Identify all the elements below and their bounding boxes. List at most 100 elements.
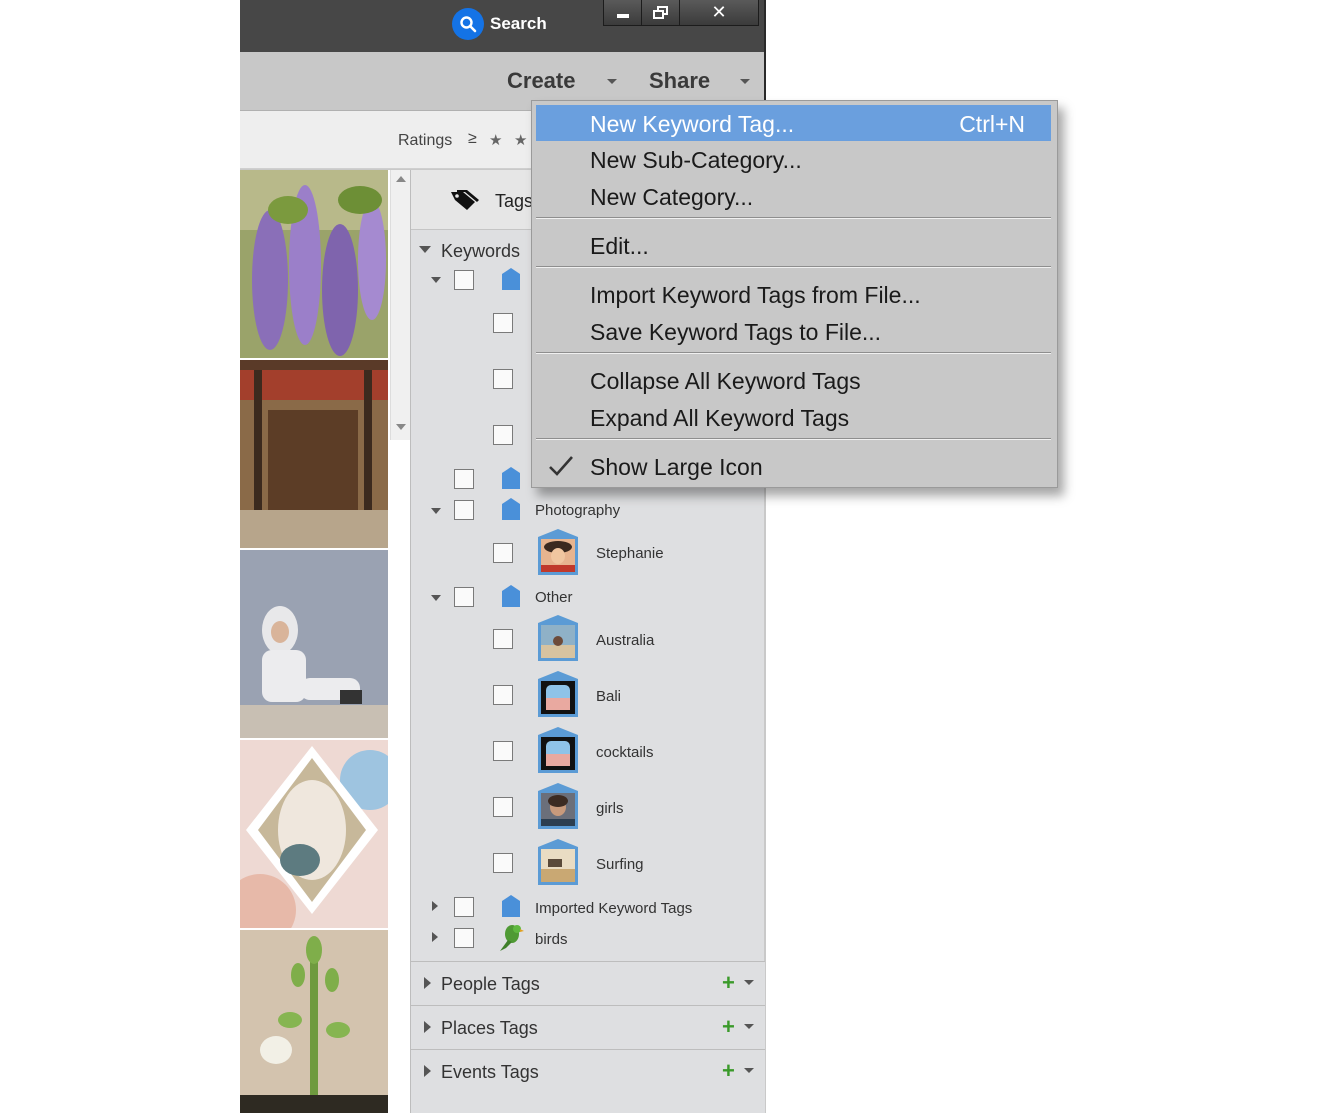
add-places-tag-icon[interactable]: +: [722, 1014, 735, 1040]
photo-thumbnail-woman-hoodie[interactable]: [240, 550, 388, 738]
category-tag-icon: [502, 895, 520, 917]
girls-checkbox[interactable]: [493, 797, 513, 817]
scroll-down-icon[interactable]: [396, 424, 406, 430]
surfing-checkbox[interactable]: [493, 853, 513, 873]
photography-expand-toggle[interactable]: [431, 508, 441, 514]
birds-expand-toggle[interactable]: [432, 932, 438, 942]
places-tags-expand-icon[interactable]: [424, 1021, 431, 1033]
close-icon: ✕: [711, 2, 727, 22]
restore-icon: [652, 5, 668, 19]
add-events-tag-icon[interactable]: +: [722, 1058, 735, 1084]
star-icon[interactable]: ★: [514, 131, 527, 149]
ratings-operator[interactable]: ≥: [468, 130, 477, 148]
imported-checkbox[interactable]: [454, 897, 474, 917]
tag-label-surfing[interactable]: Surfing: [596, 856, 644, 873]
section-places-tags[interactable]: Places Tags +: [411, 1005, 765, 1049]
menu-item-label: Edit...: [590, 233, 649, 259]
menu-item-label: Save Keyword Tags to File...: [590, 319, 882, 345]
category-checkbox[interactable]: [454, 469, 474, 489]
parrot-icon: [500, 925, 524, 951]
share-menu[interactable]: Share: [649, 68, 710, 94]
close-button[interactable]: ✕: [680, 0, 758, 25]
create-menu[interactable]: Create: [507, 68, 575, 94]
keywords-label: Keywords: [441, 241, 521, 261]
search-button[interactable]: Search: [452, 8, 547, 40]
category-label-photography[interactable]: Photography: [535, 502, 620, 519]
tag-thumbnail-stephanie: [538, 529, 578, 575]
cocktails-checkbox[interactable]: [493, 741, 513, 761]
events-tags-chevron-down-icon[interactable]: [744, 1068, 754, 1073]
photo-thumbnail-gate[interactable]: [240, 360, 388, 548]
category-label-birds[interactable]: birds: [535, 931, 568, 948]
menu-item-import-keyword-tags[interactable]: Import Keyword Tags from File...: [536, 276, 1051, 312]
tag-label-stephanie[interactable]: Stephanie: [596, 545, 664, 562]
create-chevron-down-icon[interactable]: [607, 79, 617, 84]
menu-item-shortcut: Ctrl+N: [959, 111, 1025, 137]
add-people-tag-icon[interactable]: +: [722, 970, 735, 996]
search-label: Search: [490, 14, 547, 33]
section-people-tags[interactable]: People Tags +: [411, 961, 765, 1005]
places-tags-chevron-down-icon[interactable]: [744, 1024, 754, 1029]
category-tag-icon: [502, 268, 520, 290]
menu-item-new-sub-category[interactable]: New Sub-Category...: [536, 141, 1051, 177]
photo-thumbnail-wisteria[interactable]: [240, 170, 388, 358]
photo-thumbnail-artwork[interactable]: [240, 740, 388, 928]
menu-item-expand-all[interactable]: Expand All Keyword Tags: [536, 399, 1051, 435]
tag-label-girls[interactable]: girls: [596, 800, 624, 817]
title-bar: Search ✕: [240, 0, 766, 52]
tag-label-cocktails[interactable]: cocktails: [596, 744, 654, 761]
category-expand-toggle[interactable]: [431, 277, 441, 283]
tag-thumbnail-girls: [538, 783, 578, 829]
keywords-expand-toggle[interactable]: [419, 246, 431, 253]
tag-icon: [451, 190, 479, 210]
birds-checkbox[interactable]: [454, 928, 474, 948]
tag-thumbnail-surfing: [538, 839, 578, 885]
minimize-button[interactable]: [604, 0, 642, 25]
people-tags-chevron-down-icon[interactable]: [744, 980, 754, 985]
places-tags-label: Places Tags: [441, 1018, 538, 1038]
photo-thumbnail-plant[interactable]: [240, 930, 388, 1113]
imported-expand-toggle[interactable]: [432, 901, 438, 911]
tag-checkbox[interactable]: [493, 369, 513, 389]
other-checkbox[interactable]: [454, 587, 474, 607]
australia-checkbox[interactable]: [493, 629, 513, 649]
tag-checkbox[interactable]: [493, 313, 513, 333]
people-tags-label: People Tags: [441, 974, 540, 994]
tag-thumbnail-bali: [538, 671, 578, 717]
category-tag-icon: [502, 498, 520, 520]
other-expand-toggle[interactable]: [431, 595, 441, 601]
thumbnail-scrollbar[interactable]: [390, 170, 410, 440]
menu-item-new-category[interactable]: New Category...: [536, 178, 1051, 214]
category-checkbox[interactable]: [454, 270, 474, 290]
tags-tab-label[interactable]: Tags: [495, 191, 533, 212]
menu-item-collapse-all[interactable]: Collapse All Keyword Tags: [536, 362, 1051, 398]
tag-thumbnail-cocktails: [538, 727, 578, 773]
star-icon[interactable]: ★: [489, 131, 502, 149]
people-tags-expand-icon[interactable]: [424, 977, 431, 989]
menu-item-new-keyword-tag[interactable]: New Keyword Tag... Ctrl+N: [536, 105, 1051, 141]
share-chevron-down-icon[interactable]: [740, 79, 750, 84]
tag-label-australia[interactable]: Australia: [596, 632, 654, 649]
restore-button[interactable]: [642, 0, 680, 25]
photography-checkbox[interactable]: [454, 500, 474, 520]
stephanie-checkbox[interactable]: [493, 543, 513, 563]
events-tags-expand-icon[interactable]: [424, 1065, 431, 1077]
menu-item-label: New Sub-Category...: [590, 147, 802, 173]
category-tag-icon: [502, 467, 520, 489]
menu-item-show-large-icon[interactable]: Show Large Icon: [536, 448, 1051, 484]
menu-separator: [536, 352, 1051, 354]
menu-item-label: Show Large Icon: [590, 454, 763, 480]
category-label-other[interactable]: Other: [535, 589, 573, 606]
menu-item-label: Import Keyword Tags from File...: [590, 282, 921, 308]
tag-checkbox[interactable]: [493, 425, 513, 445]
menu-item-edit[interactable]: Edit...: [536, 227, 1051, 263]
category-label-imported[interactable]: Imported Keyword Tags: [535, 900, 692, 917]
menu-separator: [536, 438, 1051, 440]
menu-item-save-keyword-tags[interactable]: Save Keyword Tags to File...: [536, 313, 1051, 349]
window-controls: ✕: [603, 0, 759, 26]
tag-label-bali[interactable]: Bali: [596, 688, 621, 705]
menu-item-label: New Category...: [590, 184, 754, 210]
section-events-tags[interactable]: Events Tags +: [411, 1049, 765, 1113]
bali-checkbox[interactable]: [493, 685, 513, 705]
scroll-up-icon[interactable]: [396, 176, 406, 182]
